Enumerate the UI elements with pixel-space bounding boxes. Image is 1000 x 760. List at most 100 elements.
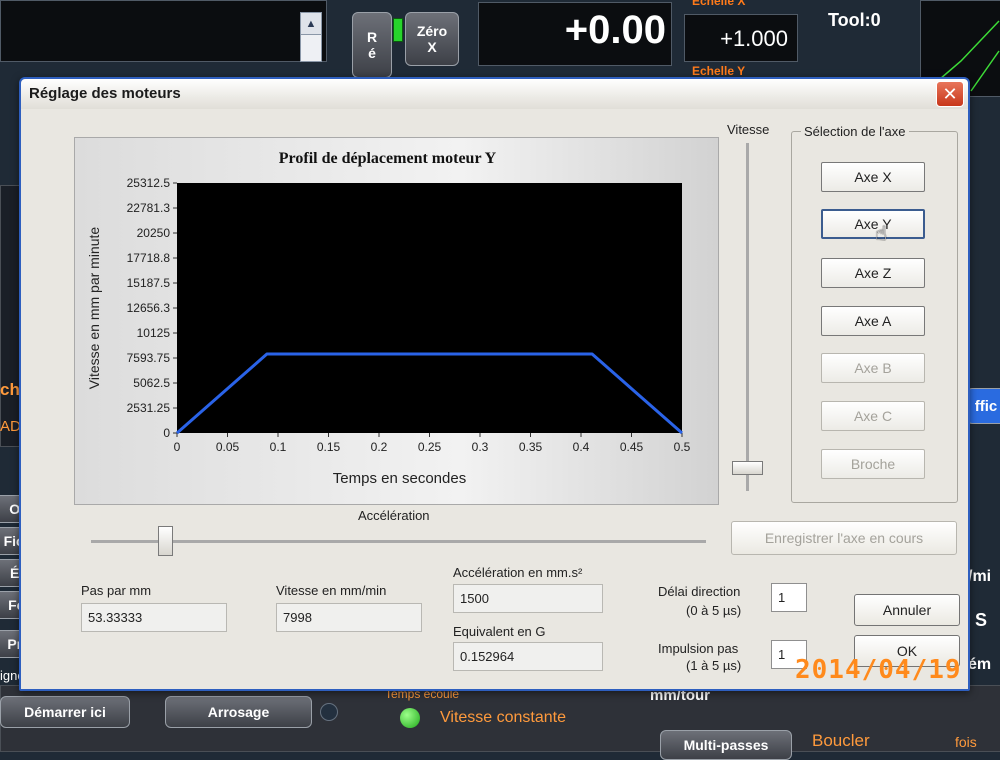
axis-x-button[interactable]: Axe X [821, 162, 925, 192]
y-tick-label: 25312.5 [127, 176, 171, 190]
accel-label: Accélération en mm.s² [453, 565, 583, 580]
velocity-label: Vitesse en mm/min [276, 583, 387, 598]
step-pulse-label: Impulsion pas [658, 641, 739, 656]
steps-per-mm-label: Pas par mm [81, 583, 152, 598]
speed-slider-label: Vitesse [727, 122, 770, 137]
dir-delay-range: (0 à 5 µs) [686, 603, 742, 618]
right-label-ffic: ffic [974, 397, 998, 415]
y-tick-label: 15187.5 [127, 276, 171, 290]
axis-c-button[interactable]: Axe C [821, 401, 925, 431]
spindle-button[interactable]: Broche [821, 449, 925, 479]
x-tick-label: 0.5 [674, 440, 691, 454]
coolant-button[interactable]: Arrosage [165, 696, 312, 728]
save-axis-button[interactable]: Enregistrer l'axe en cours [731, 521, 957, 555]
y-tick-label: 0 [163, 426, 170, 440]
velocity-field[interactable]: 7998 [276, 603, 422, 632]
right-label-mi: /mi [968, 568, 992, 585]
scrollbar[interactable] [300, 34, 322, 62]
scale-y-label: Echelle Y [692, 64, 746, 78]
speed-slider-thumb[interactable] [732, 461, 763, 475]
y-tick-label: 2531.25 [127, 401, 171, 415]
plot-area [177, 183, 682, 433]
tool-label: Tool:0 [828, 10, 881, 30]
led-indicator [393, 18, 403, 42]
axis-b-button[interactable]: Axe B [821, 353, 925, 383]
x-tick-label: 0.1 [270, 440, 287, 454]
start-here-button[interactable]: Démarrer ici [0, 696, 130, 728]
y-tick-label: 12656.3 [127, 301, 171, 315]
axis-group-label: Sélection de l'axe [801, 124, 909, 139]
x-tick-label: 0.3 [472, 440, 489, 454]
close-button[interactable]: ✕ [936, 81, 964, 107]
axis-y-button[interactable]: Axe Y ☝ [821, 209, 925, 245]
ref-button[interactable]: R é [352, 12, 392, 78]
axis-a-label: Axe A [854, 313, 892, 329]
zero-label-2: X [427, 39, 437, 55]
axis-b-label: Axe B [854, 360, 892, 376]
times-label: fois [955, 734, 977, 750]
speed-slider-track[interactable] [746, 143, 749, 491]
axis-z-label: Axe Z [854, 265, 892, 281]
acceleration-slider-track[interactable] [91, 540, 706, 543]
motion-profile-chart: Profil de déplacement moteur Y Vitesse en… [74, 137, 719, 505]
x-tick-label: 0.25 [418, 440, 442, 454]
right-ffic-button[interactable]: ffic [966, 388, 1000, 424]
dro-x-value: +0.00 [564, 8, 666, 52]
x-tick-label: 0.4 [573, 440, 590, 454]
acceleration-slider-label: Accélération [358, 508, 430, 523]
scroll-up-button[interactable]: ▲ [300, 12, 322, 36]
photo-timestamp: 2014/04/19 [795, 655, 962, 685]
ref-label-2: é [368, 45, 376, 61]
accel-field[interactable]: 1500 [453, 584, 603, 613]
x-axis-label: Temps en secondes [333, 470, 466, 487]
step-pulse-range: (1 à 5 µs) [686, 658, 742, 673]
spindle-label: Broche [850, 456, 896, 472]
ref-label-1: R [366, 29, 378, 45]
cancel-label: Annuler [882, 602, 932, 618]
axis-a-button[interactable]: Axe A [821, 306, 925, 336]
y-tick-label: 5062.5 [133, 376, 170, 390]
scale-x-value: +1.000 [720, 26, 788, 51]
constant-speed-label: Vitesse constante [440, 709, 567, 726]
y-tick-label: 20250 [137, 226, 171, 240]
cancel-button[interactable]: Annuler [854, 594, 960, 626]
multipass-label: Multi-passes [683, 737, 769, 753]
right-label-s: S [975, 610, 988, 630]
x-tick-label: 0.35 [519, 440, 543, 454]
zero-label-1: Zéro [416, 23, 448, 39]
motor-tuning-dialog: Réglage des moteurs ✕ Profil de déplacem… [19, 77, 970, 691]
multipass-button[interactable]: Multi-passes [660, 730, 792, 760]
steps-per-mm-field[interactable]: 53.33333 [81, 603, 227, 632]
axis-c-label: Axe C [853, 408, 893, 424]
close-icon: ✕ [942, 83, 958, 104]
x-tick-label: 0.45 [620, 440, 644, 454]
loop-label: Boucler [812, 731, 870, 750]
zero-x-button[interactable]: Zéro X [405, 12, 459, 66]
acceleration-slider-thumb[interactable] [157, 526, 173, 556]
coolant-led [320, 703, 338, 721]
left-label-ch: ch [0, 380, 20, 399]
right-label-em: ém [968, 656, 992, 673]
constant-speed-led [400, 708, 420, 728]
dir-delay-label: Délai direction [658, 584, 741, 599]
g-equiv-label: Equivalent en G [453, 624, 546, 639]
g-equiv-field[interactable]: 0.152964 [453, 642, 603, 671]
y-tick-label: 17718.8 [127, 251, 171, 265]
x-tick-label: 0 [174, 440, 181, 454]
hand-cursor-icon: ☝ [875, 223, 888, 245]
y-tick-label: 22781.3 [127, 201, 171, 215]
dialog-titlebar[interactable]: Réglage des moteurs ✕ [21, 79, 968, 109]
chart-svg: Profil de déplacement moteur Y Vitesse en… [86, 150, 691, 487]
dialog-title: Réglage des moteurs [29, 85, 181, 102]
axis-z-button[interactable]: Axe Z [821, 258, 925, 288]
save-axis-label: Enregistrer l'axe en cours [764, 530, 924, 546]
axis-x-label: Axe X [854, 169, 892, 185]
x-tick-label: 0.2 [371, 440, 388, 454]
dir-delay-field[interactable]: 1 [771, 583, 807, 612]
y-tick-label: 10125 [137, 326, 171, 340]
y-axis-label: Vitesse en mm par minute [86, 227, 102, 390]
chart-title: Profil de déplacement moteur Y [279, 150, 497, 167]
coolant-label: Arrosage [207, 704, 270, 720]
scale-x-label: Echelle X [692, 0, 746, 8]
x-tick-label: 0.15 [317, 440, 341, 454]
